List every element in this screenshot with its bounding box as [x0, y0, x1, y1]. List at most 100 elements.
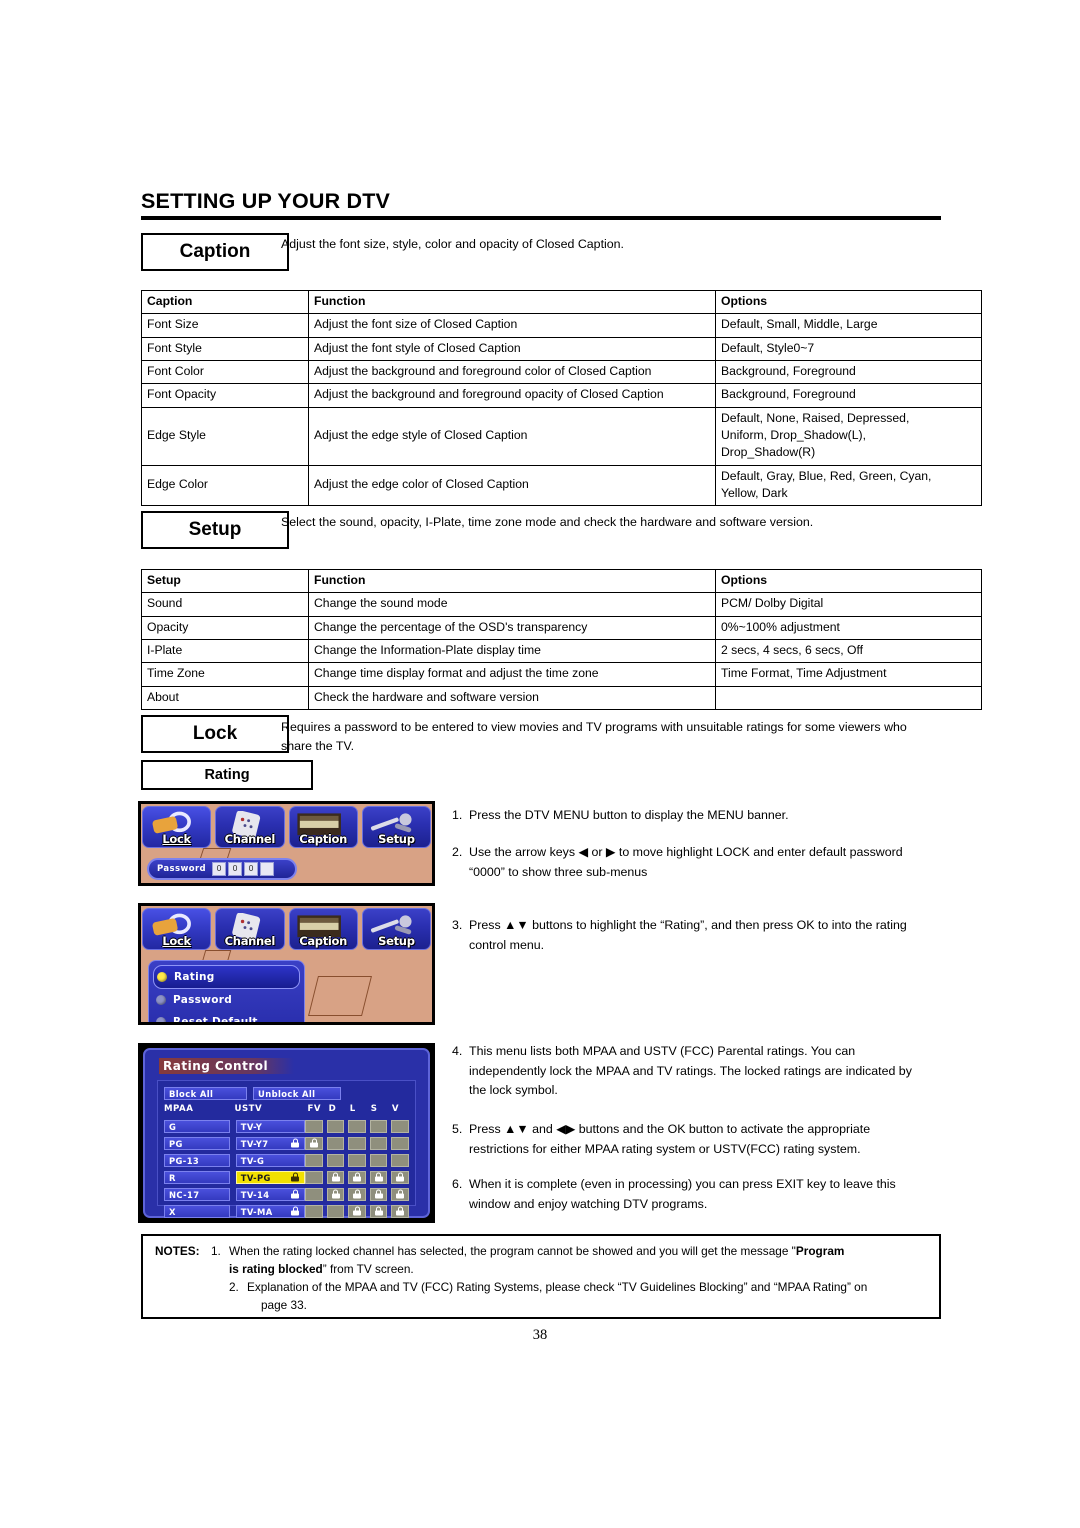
menu-tile-lock[interactable]: Lock [142, 806, 212, 848]
ustv-rating-tv-y7[interactable]: TV-Y7 [235, 1136, 306, 1150]
menu-tile-caption[interactable]: Caption [288, 806, 358, 848]
ustv-rating-tv-pg[interactable]: TV-PG [235, 1170, 306, 1184]
rating-cell-fv[interactable] [305, 1204, 323, 1218]
unblock-all-button[interactable]: Unblock All [253, 1086, 341, 1100]
rating-cell-fv[interactable] [305, 1119, 323, 1133]
menu-tile-channel[interactable]: Channel [215, 806, 285, 848]
rating-action-row: Block All Unblock All [158, 1085, 415, 1101]
submenu-item-password[interactable]: Password [149, 989, 304, 1011]
lock-icon [353, 1189, 362, 1199]
rating-cell-d[interactable] [326, 1119, 345, 1133]
menu-tile-channel[interactable]: Channel [215, 908, 285, 950]
rating-row[interactable]: NC-17 TV-14 [158, 1186, 415, 1202]
rating-cell-d[interactable] [326, 1136, 345, 1150]
password-digit-3[interactable]: 0 [244, 862, 259, 876]
rating-cell-s[interactable] [369, 1153, 388, 1167]
rating-row[interactable]: X TV-MA [158, 1203, 415, 1219]
instruction-step-5: 5. Press ▲▼ and ◀▶ buttons and the OK but… [452, 1120, 944, 1159]
caption-label-text: Caption [179, 241, 251, 262]
rating-row[interactable]: PG TV-Y7 [158, 1135, 415, 1151]
rating-row[interactable]: G TV-Y [158, 1118, 415, 1134]
ustv-rating-tv-ma[interactable]: TV-MA [235, 1204, 306, 1218]
rating-cell-s[interactable] [369, 1170, 388, 1184]
rating-cell-v[interactable] [391, 1204, 409, 1218]
step-line: window and enjoy watching DTV programs. [469, 1196, 708, 1211]
ustv-rating-tv-14[interactable]: TV-14 [235, 1187, 306, 1201]
password-digit-cells[interactable]: 000 [212, 862, 275, 876]
padlock-icon [148, 811, 196, 834]
rating-cell-l[interactable] [348, 1204, 366, 1218]
rating-cell-s[interactable] [369, 1119, 388, 1133]
lock-icon [396, 1172, 405, 1182]
title-underline [141, 215, 941, 220]
rating-cell-v[interactable] [391, 1187, 409, 1201]
rating-cell-d[interactable] [326, 1170, 345, 1184]
rating-cell-v[interactable] [391, 1170, 409, 1184]
rating-row[interactable]: PG-13 TV-G [158, 1152, 415, 1168]
rating-cell-l[interactable] [348, 1170, 366, 1184]
table-row: Edge Style Adjust the edge style of Close… [141, 406, 982, 466]
rating-cell-l[interactable] [348, 1136, 366, 1150]
rating-cell-v[interactable] [391, 1119, 409, 1133]
mpaa-rating-nc-17[interactable]: NC-17 [164, 1187, 230, 1201]
step-line: “0000” to show three sub-menus [469, 864, 648, 879]
step-line: the lock symbol. [469, 1083, 558, 1098]
rating-cell-d[interactable] [326, 1187, 345, 1201]
menu-tile-lock[interactable]: Lock [142, 908, 212, 950]
menu-tile-caption[interactable]: Caption [288, 908, 358, 950]
rating-cell-v[interactable] [391, 1153, 409, 1167]
rating-row[interactable]: R TV-PG [158, 1169, 415, 1185]
submenu-item-rating[interactable]: Rating [153, 965, 300, 989]
option-line: Time Format, Time Adjustment [721, 666, 887, 681]
rating-cell-s[interactable] [369, 1136, 388, 1150]
ustv-rating-label: TV-PG [240, 1172, 271, 1183]
password-digit-4[interactable] [260, 862, 275, 876]
rating-cell-v[interactable] [391, 1136, 409, 1150]
lock-label-text: Lock [192, 723, 238, 744]
password-entry-bar[interactable]: Password 000 [147, 858, 297, 880]
rating-cell-l[interactable] [348, 1119, 366, 1133]
cell-function: Adjust the font style of Closed Caption [308, 336, 716, 361]
rating-cell-d[interactable] [326, 1153, 345, 1167]
rating-cell-fv[interactable] [305, 1170, 323, 1184]
step-line: restrictions for either MPAA rating syst… [469, 1141, 861, 1156]
rating-control-grid[interactable]: Block All Unblock All MPAA USTV FV D L S V G TV-Y P… [157, 1080, 416, 1218]
screenshot-menu-banner: Lock Channel Caption Setup Password 000 [138, 801, 435, 886]
menu-tile-label: Channel [224, 934, 276, 948]
rating-cell-l[interactable] [348, 1153, 366, 1167]
bullet-icon [156, 1017, 166, 1022]
block-all-button[interactable]: Block All [164, 1086, 247, 1100]
tv-screen-content: Lock Channel Caption Setup Rating Password Re… [141, 906, 432, 1022]
rating-cell-fv[interactable] [305, 1136, 323, 1150]
submenu-item-label: Password [173, 994, 233, 1006]
lock-submenu-panel[interactable]: Rating Password Reset Default [148, 960, 305, 1022]
menu-tile-setup[interactable]: Setup [361, 806, 431, 848]
mpaa-rating-g[interactable]: G [164, 1119, 230, 1133]
rating-cell-s[interactable] [369, 1204, 388, 1218]
padlock-icon [148, 913, 196, 936]
step-line: When it is complete (even in processing)… [469, 1177, 896, 1191]
step-number: 4. [452, 1044, 463, 1058]
rating-cell-fv[interactable] [305, 1187, 323, 1201]
rating-cell-d[interactable] [326, 1204, 345, 1218]
rating-cell-l[interactable] [348, 1187, 366, 1201]
password-digit-2[interactable]: 0 [228, 862, 243, 876]
mpaa-rating-r[interactable]: R [164, 1170, 230, 1184]
mpaa-rating-x[interactable]: X [164, 1204, 230, 1218]
ustv-rating-tv-g[interactable]: TV-G [235, 1153, 306, 1167]
rating-cell-fv[interactable] [305, 1153, 323, 1167]
step-number: 5. [452, 1122, 463, 1136]
submenu-item-reset-default[interactable]: Reset Default [149, 1011, 304, 1022]
note-text: When the rating locked channel has selec… [229, 1243, 929, 1279]
mpaa-rating-pg-13[interactable]: PG-13 [164, 1153, 230, 1167]
mpaa-rating-pg[interactable]: PG [164, 1136, 230, 1150]
rating-cell-s[interactable] [369, 1187, 388, 1201]
menu-tile-setup[interactable]: Setup [361, 908, 431, 950]
col-header-options: Options [715, 568, 982, 594]
note-part-two: ” from TV screen. [322, 1261, 414, 1276]
lock-icon [291, 1172, 300, 1182]
cell-function: Change the percentage of the OSD's trans… [308, 615, 716, 640]
ustv-rating-tv-y[interactable]: TV-Y [235, 1119, 306, 1133]
option-line: PCM/ Dolby Digital [721, 596, 824, 611]
password-digit-1[interactable]: 0 [212, 862, 227, 876]
